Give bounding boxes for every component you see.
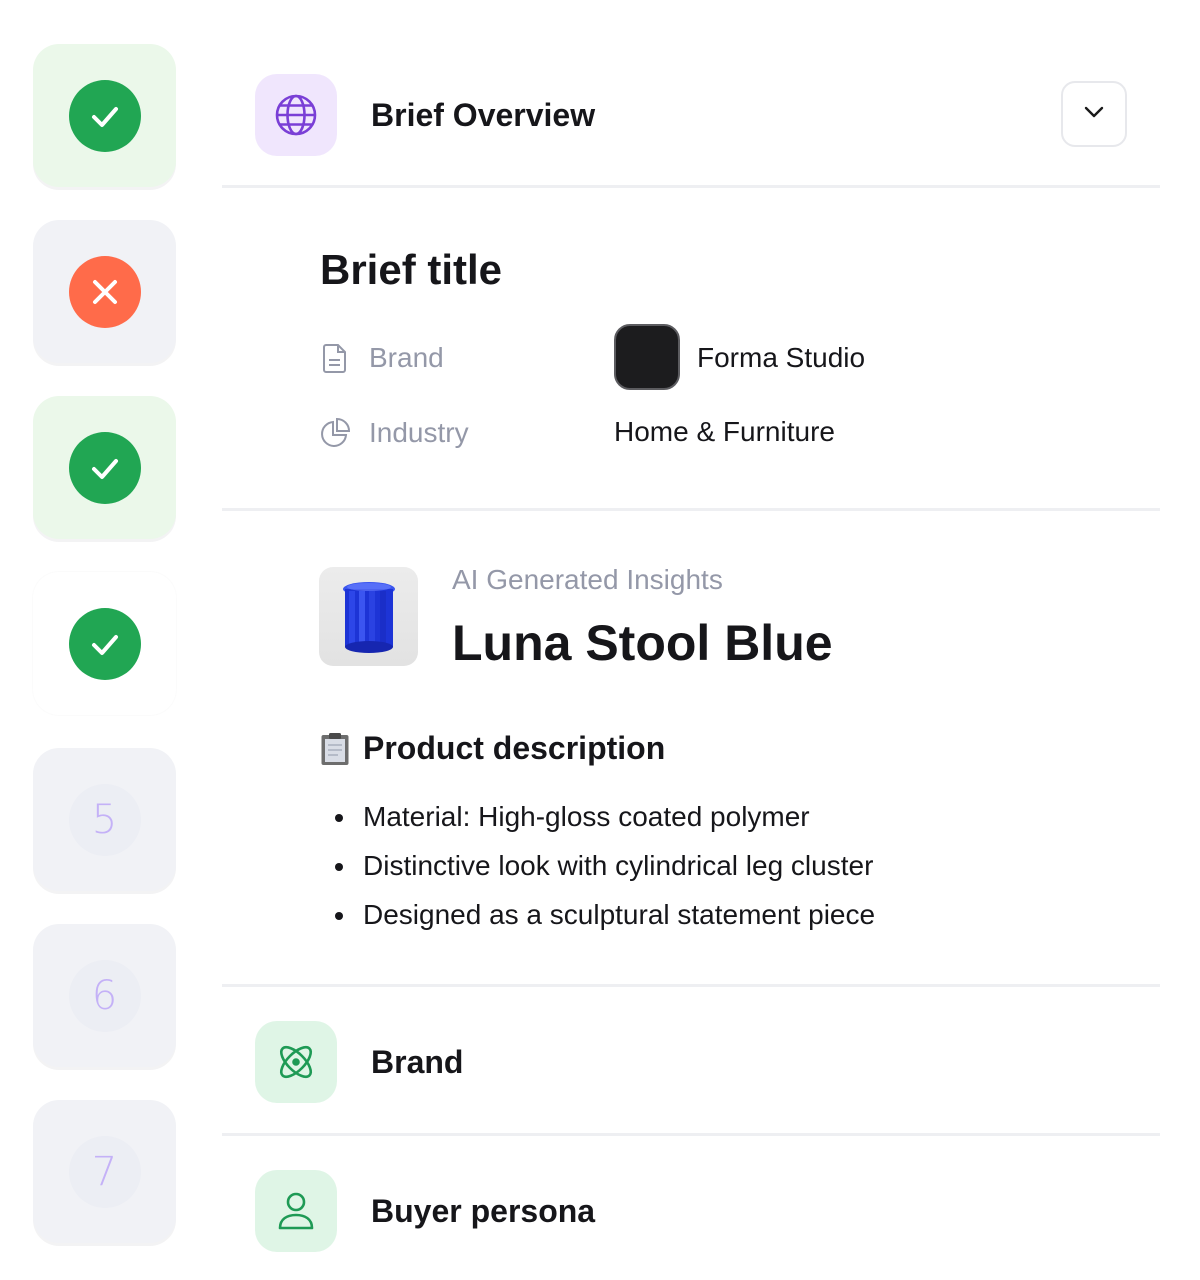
step-4-active[interactable] (33, 572, 176, 715)
brand-label: Brand (369, 342, 444, 373)
user-icon (255, 1170, 337, 1252)
divider (222, 1133, 1160, 1136)
section-title-buyer-persona[interactable]: Buyer persona (371, 1193, 595, 1230)
industry-value: Home & Furniture (614, 416, 835, 447)
clipboard-icon (320, 732, 350, 766)
globe-icon (255, 74, 337, 156)
section-title-brand[interactable]: Brand (371, 1044, 463, 1081)
pie-chart-icon (318, 416, 352, 450)
divider (222, 508, 1160, 511)
list-item: Distinctive look with cylindrical leg cl… (334, 846, 875, 895)
step-number: 5 (91, 796, 118, 843)
step-number: 6 (91, 972, 118, 1019)
close-icon (68, 255, 141, 328)
brief-title: Brief title (320, 246, 503, 293)
product-description-list: Material: High-gloss coated polymer Dist… (334, 797, 875, 944)
brand-logo (614, 324, 680, 390)
check-icon (68, 79, 141, 152)
product-description-title: Product description (363, 730, 666, 766)
atom-icon (255, 1021, 337, 1103)
list-item: Designed as a sculptural statement piece (334, 895, 875, 944)
document-icon (318, 341, 352, 375)
step-5[interactable]: 5 (33, 748, 176, 891)
step-1-complete[interactable] (33, 44, 176, 187)
divider (222, 984, 1160, 987)
list-item: Material: High-gloss coated polymer (334, 797, 875, 846)
product-image (319, 567, 418, 666)
industry-label: Industry (369, 417, 469, 448)
chevron-down-icon (1083, 105, 1105, 124)
step-3-complete[interactable] (33, 396, 176, 539)
brand-value: Forma Studio (697, 342, 866, 373)
divider (222, 185, 1160, 188)
step-2-error[interactable] (33, 220, 176, 363)
check-icon (68, 607, 141, 680)
ai-insights-label: AI Generated Insights (452, 564, 723, 595)
product-description-header: Product description (320, 730, 665, 767)
collapse-toggle-button[interactable] (1061, 81, 1127, 147)
check-icon (68, 431, 141, 504)
step-7[interactable]: 7 (33, 1100, 176, 1243)
section-title-brief-overview: Brief Overview (371, 97, 596, 133)
step-6[interactable]: 6 (33, 924, 176, 1067)
product-name: Luna Stool Blue (452, 615, 833, 671)
step-number: 7 (91, 1148, 118, 1195)
